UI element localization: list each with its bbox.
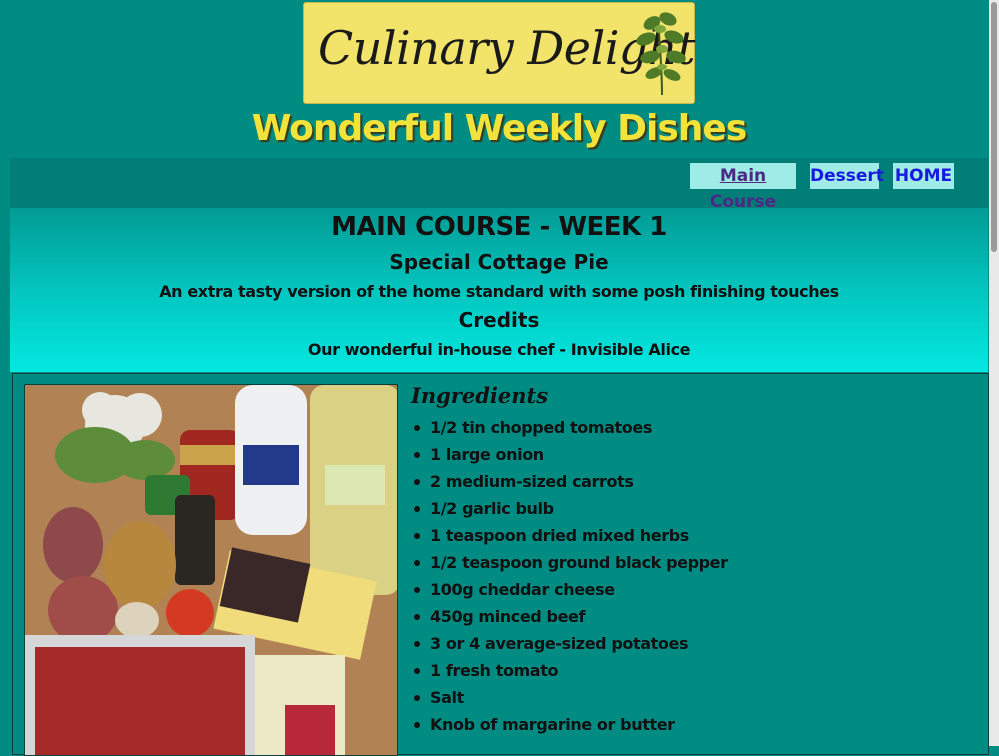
credits-heading: Credits xyxy=(458,308,540,332)
ingredient-item: 1 large onion xyxy=(411,441,971,468)
nav-link-dessert[interactable]: Dessert xyxy=(810,163,884,189)
ingredient-item: 1/2 garlic bulb xyxy=(411,495,971,522)
nav-link-main-course[interactable]: Main Course xyxy=(690,163,796,212)
dish-name: Special Cottage Pie xyxy=(389,250,609,274)
site-title: Wonderful Weekly Dishes xyxy=(251,108,748,149)
ingredient-item: 1/2 teaspoon ground black pepper xyxy=(411,549,971,576)
ingredients-photo xyxy=(24,384,398,756)
ingredient-item: 1/2 tin chopped tomatoes xyxy=(411,414,971,441)
ingredient-item: Knob of margarine or butter xyxy=(411,711,971,738)
main-nav: Main Course Dessert HOME xyxy=(10,158,988,212)
site-header: Culinary Delight Wonderful Weekly Dishes xyxy=(10,0,988,158)
site-logo: Culinary Delight xyxy=(303,2,695,104)
dish-description: An extra tasty version of the home stand… xyxy=(159,282,839,301)
ingredient-item: 1 fresh tomato xyxy=(411,657,971,684)
ingredient-item: 2 medium-sized carrots xyxy=(411,468,971,495)
ingredient-item: 3 or 4 average-sized potatoes xyxy=(411,630,971,657)
herb-sprig-icon xyxy=(636,12,686,96)
nav-link-home[interactable]: HOME xyxy=(893,163,954,189)
ingredients-title: Ingredients xyxy=(411,383,549,408)
ingredient-item: 450g minced beef xyxy=(411,603,971,630)
recipe-hero: MAIN COURSE - WEEK 1 Special Cottage Pie… xyxy=(10,208,988,372)
ingredient-item: 100g cheddar cheese xyxy=(411,576,971,603)
ingredients-section: Ingredients 1/2 tin chopped tomatoes 1 l… xyxy=(411,382,971,738)
ingredient-item: 1 teaspoon dried mixed herbs xyxy=(411,522,971,549)
page-heading: MAIN COURSE - WEEK 1 xyxy=(331,212,667,242)
recipe-content: Ingredients 1/2 tin chopped tomatoes 1 l… xyxy=(12,373,989,756)
credits-text: Our wonderful in-house chef - Invisible … xyxy=(307,340,691,359)
ingredient-item: Salt xyxy=(411,684,971,711)
vertical-scrollbar[interactable] xyxy=(989,0,999,746)
page: Culinary Delight Wonderful Weekly Dishes… xyxy=(10,0,989,756)
ingredients-list: 1/2 tin chopped tomatoes 1 large onion 2… xyxy=(411,414,971,738)
scrollbar-thumb[interactable] xyxy=(991,2,997,252)
